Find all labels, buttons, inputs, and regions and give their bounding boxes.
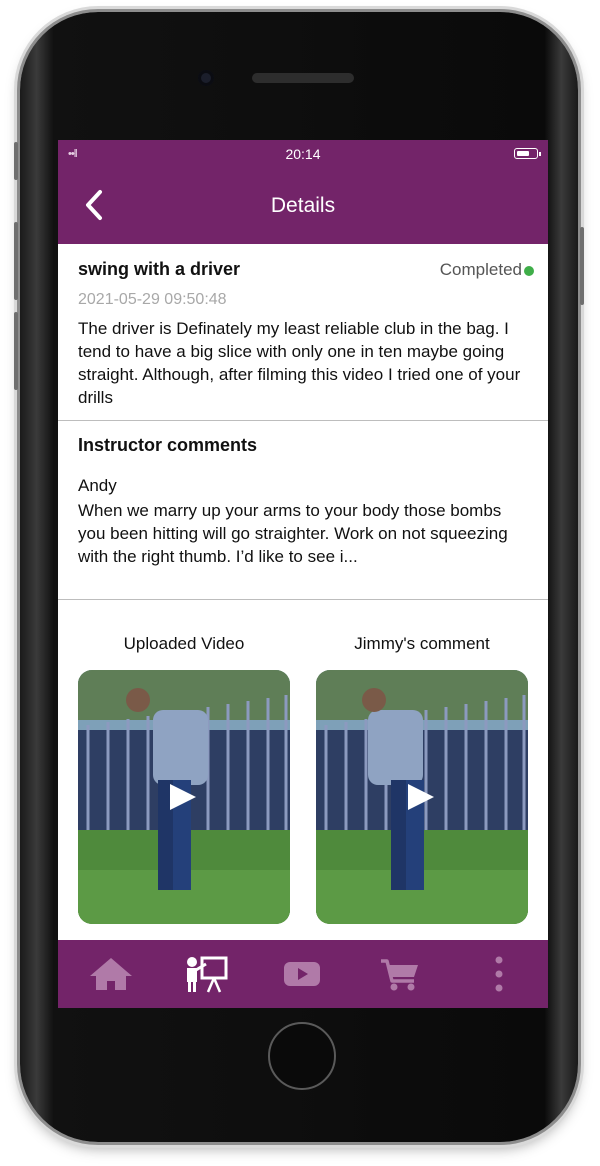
task-date: 2021-05-29 09:50:48 — [78, 291, 227, 308]
front-camera — [198, 70, 214, 86]
app-screen: ••ll 20:14 Details swing with a driver C… — [58, 140, 548, 1008]
uploaded-video-label: Uploaded Video — [123, 634, 245, 653]
video-play-icon[interactable] — [277, 954, 327, 994]
status-label: Completed — [439, 260, 522, 279]
mute-switch — [14, 142, 18, 180]
task-description: The driver is Definately my least reliab… — [78, 319, 521, 407]
home-button[interactable] — [268, 1022, 336, 1090]
uploaded-video-thumbnail[interactable] — [78, 670, 290, 924]
comment-video-thumbnail[interactable] — [316, 670, 528, 924]
power-button — [580, 227, 584, 305]
cart-icon[interactable] — [376, 954, 426, 994]
home-icon[interactable] — [86, 954, 136, 994]
instructor-name: Andy — [78, 476, 117, 495]
more-vertical-icon[interactable] — [474, 954, 524, 994]
volume-up-button — [14, 222, 18, 300]
earpiece-speaker — [252, 73, 354, 83]
volume-down-button — [14, 312, 18, 390]
nav-bar: Details — [58, 168, 548, 244]
task-title: swing with a driver — [78, 259, 241, 279]
instructor-heading: Instructor comments — [78, 435, 258, 455]
instructor-comments: Instructor comments Andy When we marry u… — [58, 421, 548, 600]
page-title: Details — [270, 194, 336, 217]
task-details: swing with a driver Completed 2021-05-29… — [58, 244, 548, 421]
bottom-tab-bar — [58, 940, 548, 1008]
instructor-board-icon[interactable] — [182, 954, 232, 994]
battery-icon — [514, 148, 541, 159]
status-bar: ••ll 20:14 — [58, 140, 548, 168]
status-dot — [524, 266, 534, 276]
instructor-comment-text[interactable]: When we marry up your arms to your body … — [78, 499, 533, 568]
comment-video-label: Jimmy's comment — [354, 634, 490, 653]
status-time: 20:14 — [285, 146, 321, 162]
